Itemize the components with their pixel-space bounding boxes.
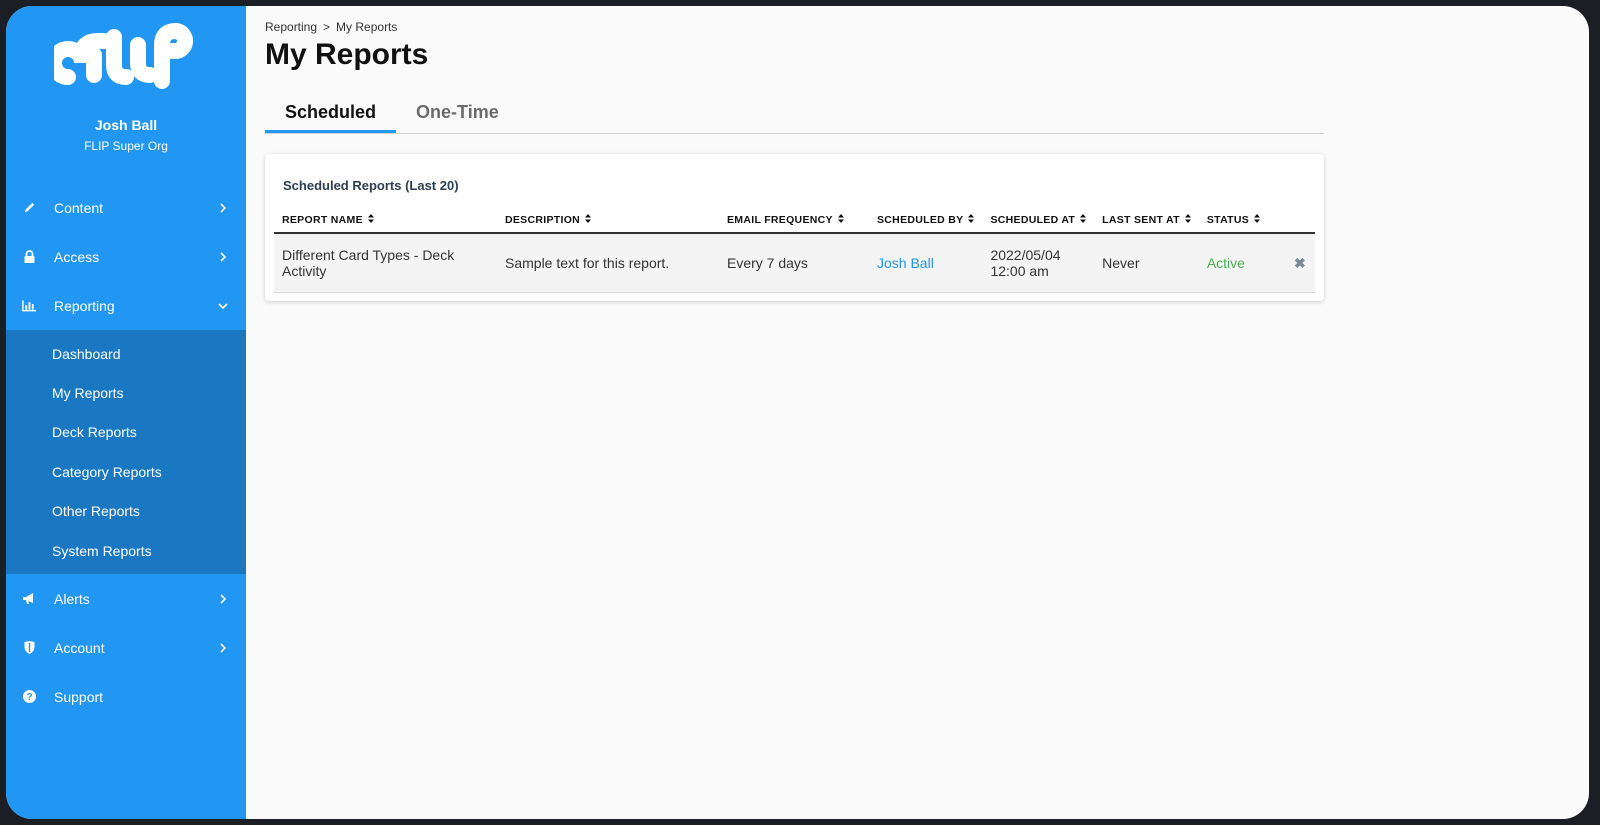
remove-report-button[interactable]: ✖ — [1284, 233, 1315, 293]
column-header-report-name[interactable]: REPORT NAME — [274, 207, 497, 234]
chevron-down-icon — [218, 301, 228, 311]
chevron-right-icon — [218, 594, 228, 604]
sidebar: Josh Ball FLIP Super Org Content Access — [6, 6, 246, 819]
sidebar-item-label: Reporting — [54, 297, 115, 314]
sidebar-item-support[interactable]: ? Support — [6, 672, 246, 721]
sidebar-item-label: Content — [54, 199, 104, 216]
user-name: Josh Ball — [94, 117, 158, 133]
sidebar-item-access[interactable]: Access — [6, 232, 246, 281]
cell-scheduled-by[interactable]: Josh Ball — [869, 233, 983, 293]
tab-one-time[interactable]: One-Time — [396, 92, 519, 133]
flip-logo — [54, 22, 193, 89]
sidebar-subitem-my-reports[interactable]: My Reports — [6, 373, 246, 412]
column-header-scheduled-by[interactable]: SCHEDULED BY — [869, 207, 983, 234]
sort-icon — [367, 214, 374, 225]
sidebar-item-label: Alerts — [54, 590, 90, 607]
column-header-actions — [1284, 207, 1315, 234]
column-header-scheduled-at[interactable]: SCHEDULED AT — [982, 207, 1095, 234]
breadcrumb-current: My Reports — [336, 20, 398, 34]
megaphone-icon — [22, 592, 36, 606]
breadcrumb: Reporting > My Reports — [265, 20, 397, 34]
sidebar-item-label: Account — [54, 639, 105, 656]
column-header-status[interactable]: STATUS — [1198, 207, 1285, 234]
report-tabs: Scheduled One-Time — [265, 92, 1324, 134]
user-org: FLIP Super Org — [84, 139, 168, 153]
scheduled-at-date: 2022/05/04 — [990, 247, 1061, 263]
cell-last-sent-at: Never — [1094, 233, 1199, 293]
cell-description: Sample text for this report. — [497, 233, 719, 293]
app-window: Josh Ball FLIP Super Org Content Access — [6, 6, 1589, 819]
column-header-description[interactable]: DESCRIPTION — [497, 207, 719, 234]
question-circle-icon: ? — [22, 690, 36, 704]
sort-icon — [1254, 214, 1261, 225]
sort-icon — [837, 214, 844, 225]
breadcrumb-separator: > — [323, 20, 331, 34]
bar-chart-icon — [22, 299, 36, 313]
card-title: Scheduled Reports (Last 20) — [283, 178, 459, 193]
reporting-submenu: Dashboard My Reports Deck Reports Catego… — [6, 330, 246, 575]
shield-icon — [22, 641, 36, 655]
pencil-icon — [22, 201, 36, 215]
sidebar-subitem-other-reports[interactable]: Other Reports — [6, 492, 246, 531]
cell-email-frequency: Every 7 days — [719, 233, 869, 293]
column-header-last-sent-at[interactable]: LAST SENT AT — [1094, 207, 1199, 234]
sidebar-subitem-deck-reports[interactable]: Deck Reports — [6, 413, 246, 452]
sidebar-item-label: Access — [54, 248, 100, 265]
table-row: Different Card Types - Deck Activity Sam… — [274, 233, 1315, 293]
svg-text:?: ? — [26, 692, 32, 703]
sidebar-item-reporting[interactable]: Reporting — [6, 281, 246, 330]
scheduled-at-time: 12:00 am — [990, 263, 1049, 279]
cell-scheduled-at: 2022/05/04 12:00 am — [982, 233, 1095, 293]
page-title: My Reports — [265, 38, 429, 71]
sidebar-item-account[interactable]: Account — [6, 623, 246, 672]
sidebar-nav: Content Access Reporting Dashboard My Re… — [6, 183, 246, 721]
sidebar-item-alerts[interactable]: Alerts — [6, 574, 246, 623]
sidebar-item-label: Support — [54, 688, 104, 705]
sort-icon — [585, 214, 592, 225]
sidebar-item-content[interactable]: Content — [6, 183, 246, 232]
scheduled-reports-table: REPORT NAME DESCRIPTION EMAIL FREQUENCY … — [274, 207, 1315, 293]
chevron-right-icon — [218, 643, 228, 653]
close-icon: ✖ — [1294, 255, 1306, 271]
cell-status: Active — [1198, 233, 1285, 293]
chevron-right-icon — [218, 251, 228, 262]
sort-icon — [968, 214, 975, 225]
sidebar-subitem-category-reports[interactable]: Category Reports — [6, 452, 246, 491]
sort-icon — [1184, 214, 1191, 225]
breadcrumb-link-reporting[interactable]: Reporting — [265, 20, 317, 34]
sidebar-subitem-system-reports[interactable]: System Reports — [6, 531, 246, 570]
column-header-email-frequency[interactable]: EMAIL FREQUENCY — [719, 207, 869, 234]
chevron-right-icon — [218, 202, 228, 213]
lock-icon — [22, 250, 36, 264]
scheduled-reports-card: Scheduled Reports (Last 20) REPORT NAME … — [265, 154, 1324, 301]
cell-report-name: Different Card Types - Deck Activity — [274, 233, 497, 293]
sort-icon — [1080, 214, 1087, 225]
tab-scheduled[interactable]: Scheduled — [265, 92, 397, 133]
sidebar-subitem-dashboard[interactable]: Dashboard — [6, 334, 246, 373]
